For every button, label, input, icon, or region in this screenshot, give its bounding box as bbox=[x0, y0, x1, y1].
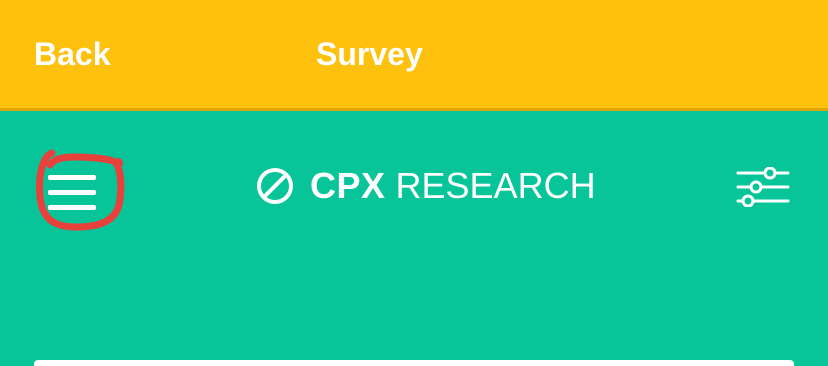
menu-button[interactable] bbox=[34, 147, 128, 233]
filter-settings-button[interactable] bbox=[736, 166, 790, 208]
logo-text-research: RESEARCH bbox=[395, 165, 596, 206]
cpx-research-logo: CPX RESEARCH bbox=[254, 163, 596, 209]
cpx-logo-icon bbox=[257, 168, 293, 204]
top-navigation-bar: Back Survey bbox=[0, 0, 828, 108]
logo-text-cpx: CPX bbox=[310, 165, 386, 206]
hamburger-menu-icon bbox=[36, 149, 125, 231]
page-title: Survey bbox=[316, 36, 423, 72]
content-card-top-edge bbox=[34, 360, 794, 366]
survey-provider-bar: CPX RESEARCH bbox=[0, 111, 828, 366]
sliders-icon bbox=[736, 166, 790, 208]
back-button[interactable]: Back bbox=[34, 36, 111, 73]
